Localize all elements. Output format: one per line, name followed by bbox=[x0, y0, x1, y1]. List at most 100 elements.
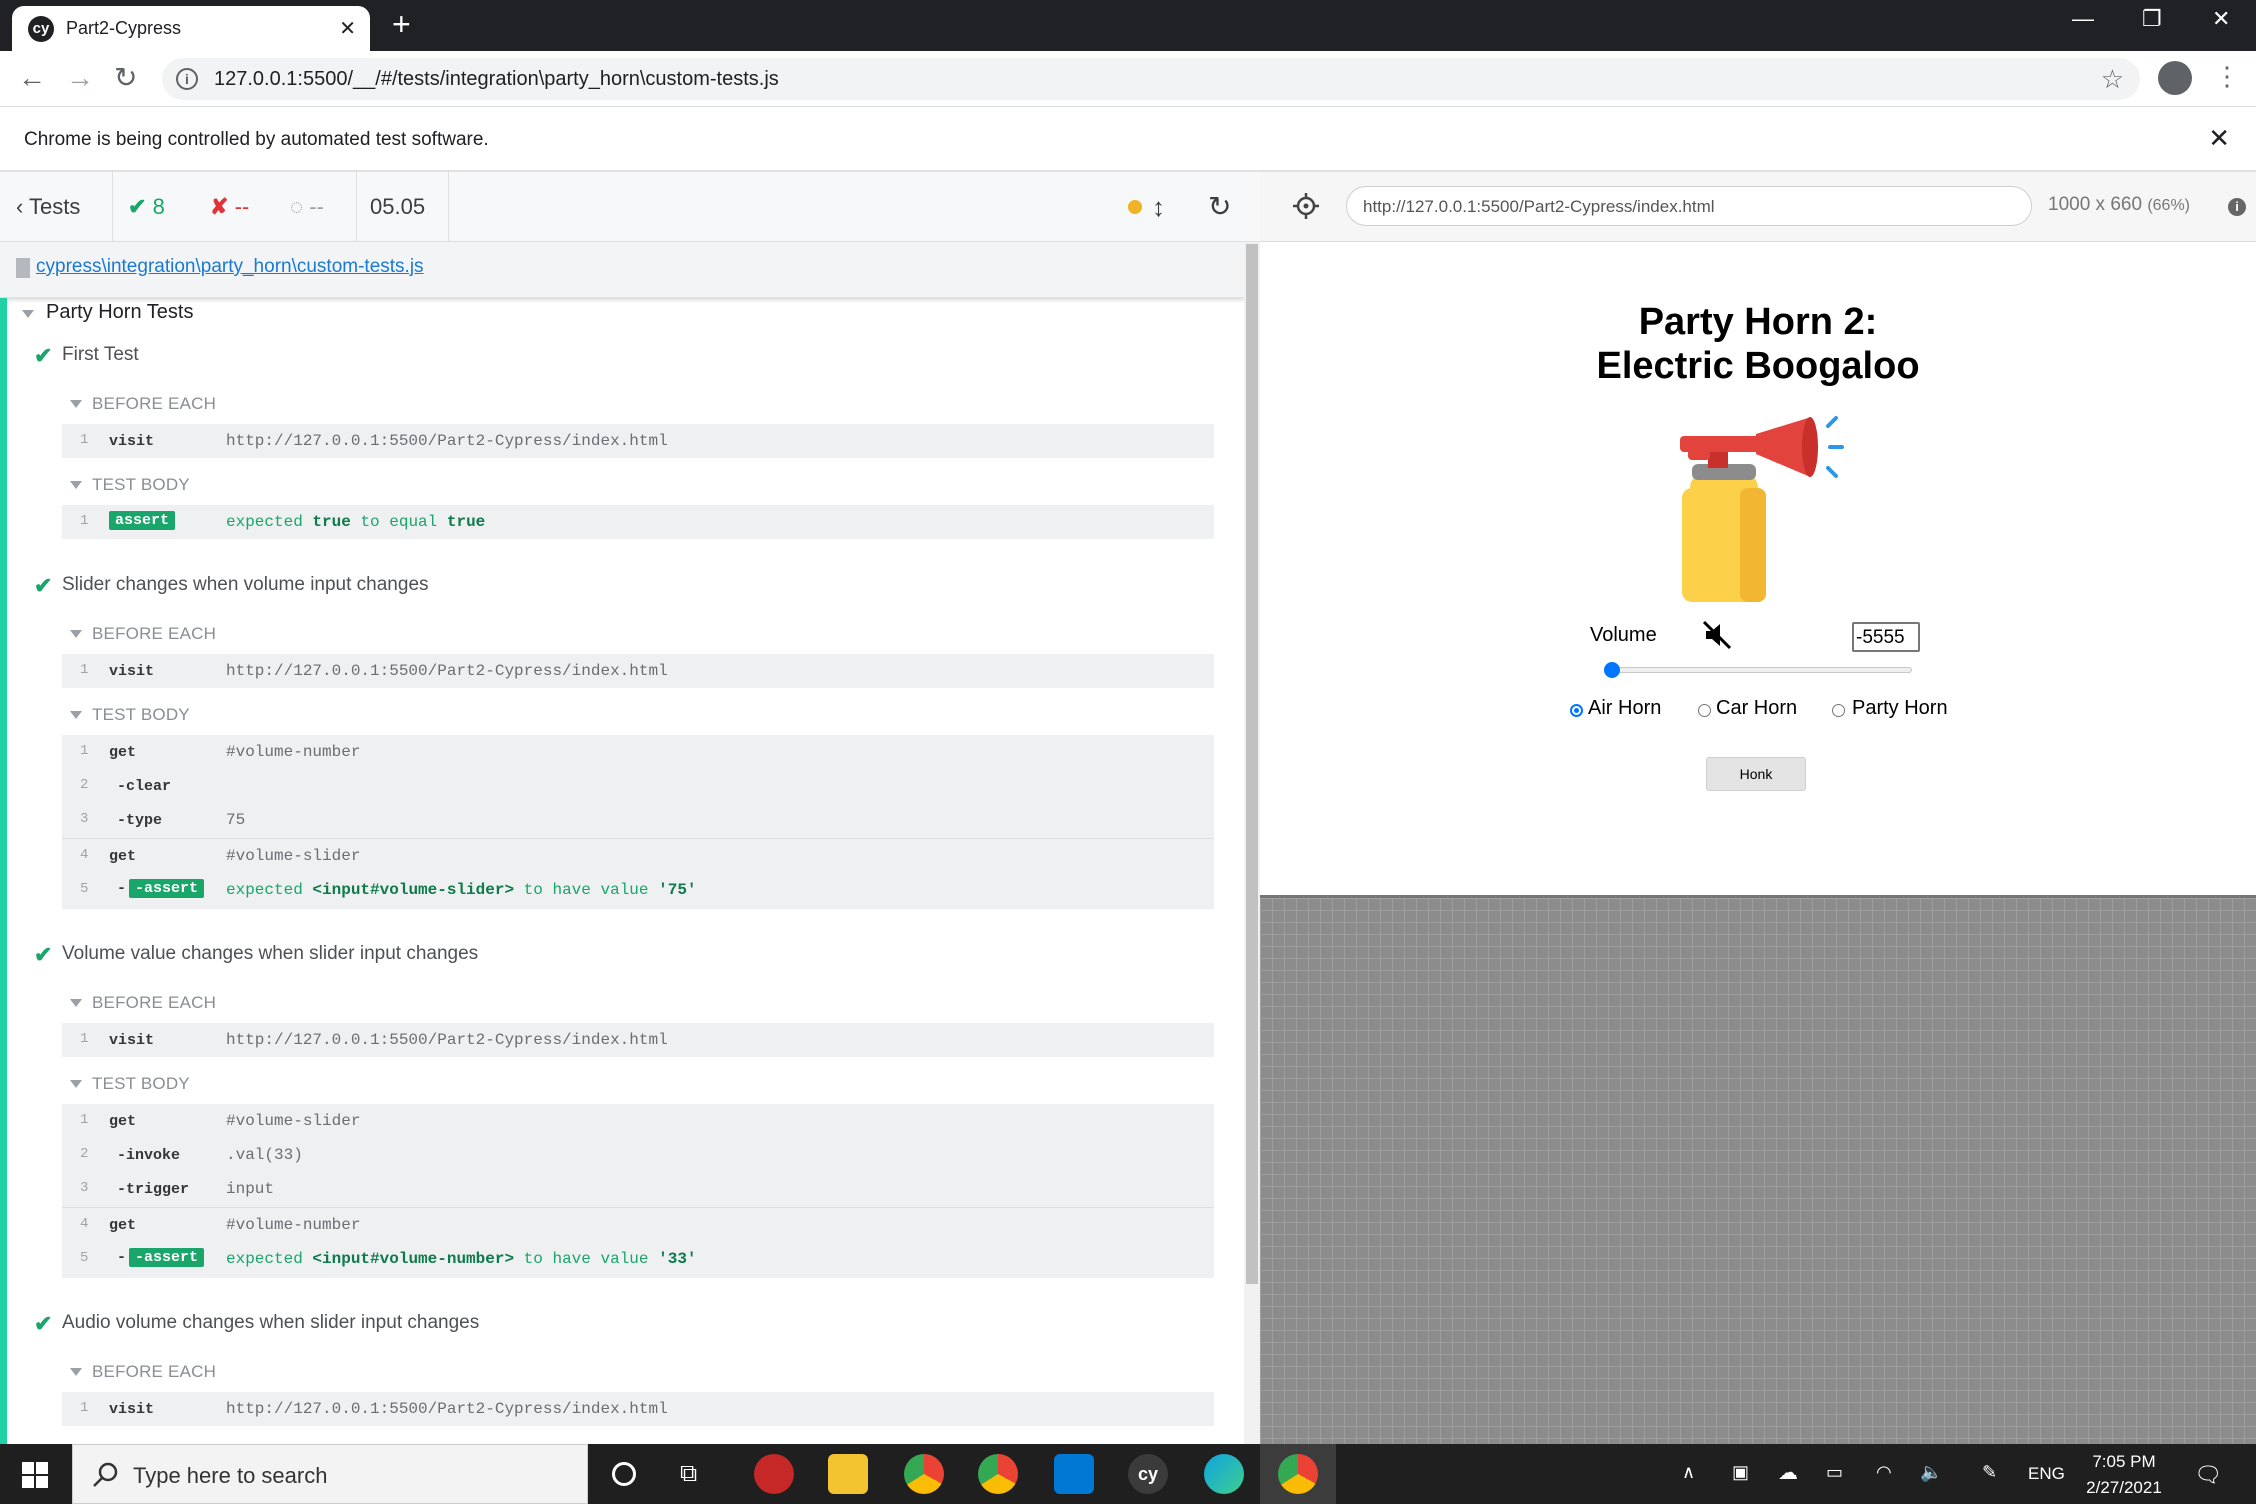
volume-number-input[interactable]: -5555 bbox=[1852, 622, 1920, 652]
rerun-icon[interactable]: ↻ bbox=[1208, 172, 1231, 242]
viewport-size: 1000 x 660 (66%) bbox=[2048, 194, 2190, 216]
command-message: 75 bbox=[226, 811, 246, 829]
windows-start-icon[interactable] bbox=[22, 1462, 48, 1488]
chrome-profile-icon[interactable] bbox=[904, 1454, 944, 1494]
cortana-icon[interactable] bbox=[612, 1462, 636, 1486]
forward-icon[interactable]: → bbox=[66, 61, 94, 95]
spec-path-link[interactable]: cypress\integration\party_horn\custom-te… bbox=[36, 256, 424, 278]
bookmark-star-icon[interactable]: ☆ bbox=[2101, 64, 2124, 95]
collapse-icon[interactable] bbox=[70, 999, 82, 1007]
command-row[interactable]: 4 get #volume-slider bbox=[62, 839, 1214, 873]
command-row[interactable]: 1 get #volume-slider bbox=[62, 1104, 1214, 1138]
collapse-icon[interactable] bbox=[22, 310, 34, 318]
collapse-icon[interactable] bbox=[70, 630, 82, 638]
language-indicator[interactable]: ENG bbox=[2028, 1464, 2065, 1484]
command-row[interactable]: 3 -trigger input bbox=[62, 1172, 1214, 1206]
command-message: http://127.0.0.1:5500/Part2-Cypress/inde… bbox=[226, 1400, 668, 1418]
chrome-icon[interactable] bbox=[1278, 1454, 1318, 1494]
command-row[interactable]: 1 assert expected true to equal true bbox=[62, 505, 1214, 539]
command-row[interactable]: 2 -invoke .val(33) bbox=[62, 1138, 1214, 1172]
command-number: 5 bbox=[80, 1250, 89, 1266]
selector-playground-icon[interactable] bbox=[1292, 192, 1320, 220]
profile-avatar-icon[interactable] bbox=[2158, 61, 2192, 95]
test-title[interactable]: First Test bbox=[62, 344, 139, 366]
new-tab-button[interactable]: + bbox=[392, 8, 411, 40]
collapse-icon[interactable] bbox=[70, 1368, 82, 1376]
app-icon-recorder[interactable] bbox=[754, 1454, 794, 1494]
volume-slider-thumb[interactable] bbox=[1604, 662, 1620, 678]
radio-party-horn[interactable] bbox=[1832, 704, 1845, 717]
radio-car-horn[interactable] bbox=[1698, 704, 1711, 717]
browser-menu-icon[interactable]: ⋮ bbox=[2214, 61, 2240, 92]
collapse-icon[interactable] bbox=[70, 1080, 82, 1088]
wifi-icon[interactable]: ◠ bbox=[1876, 1462, 1892, 1483]
passed-check-icon: ✔ bbox=[34, 343, 53, 368]
clock[interactable]: 7:05 PM 2/27/2021 bbox=[2086, 1452, 2162, 1498]
command-number: 1 bbox=[80, 513, 89, 529]
meet-now-icon[interactable]: ▣ bbox=[1732, 1462, 1749, 1483]
radio-air-horn[interactable] bbox=[1570, 704, 1583, 717]
command-row[interactable]: 5 - -assert expected <input#volume-slider… bbox=[62, 873, 1214, 907]
suite-title[interactable]: Party Horn Tests bbox=[46, 301, 193, 324]
radio-label-party-horn[interactable]: Party Horn bbox=[1852, 697, 1948, 720]
windows-taskbar: Type here to search ⧉ cy ∧ ▣ ☁ ▭ ◠ 🔈 ✎ E… bbox=[0, 1444, 2256, 1504]
volume-slider[interactable] bbox=[1612, 667, 1912, 673]
back-icon[interactable]: ← bbox=[18, 61, 46, 95]
msg-expected: expected bbox=[226, 881, 303, 899]
file-explorer-icon[interactable] bbox=[828, 1454, 868, 1494]
browser-tab[interactable]: cy Part2-Cypress ✕ bbox=[12, 6, 370, 51]
restore-icon[interactable]: ❐ bbox=[2142, 6, 2162, 32]
close-tab-icon[interactable]: ✕ bbox=[339, 16, 356, 41]
reporter-header: ‹ Tests ✔ 8 ✘ -- ◌ -- 05.05 ↕ ↻ bbox=[0, 172, 1260, 242]
pen-icon[interactable]: ✎ bbox=[1982, 1462, 1997, 1483]
battery-icon[interactable]: ▭ bbox=[1826, 1462, 1843, 1483]
chevron-up-icon[interactable]: ∧ bbox=[1682, 1462, 1695, 1483]
notifications-icon[interactable]: 🗨 bbox=[2194, 1462, 2222, 1488]
minimize-icon[interactable]: — bbox=[2072, 6, 2094, 32]
msg-value: '75' bbox=[658, 881, 697, 899]
test-title[interactable]: Audio volume changes when slider input c… bbox=[62, 1312, 479, 1334]
command-message: http://127.0.0.1:5500/Part2-Cypress/inde… bbox=[226, 1031, 668, 1049]
command-row[interactable]: 1 get #volume-number bbox=[62, 735, 1214, 769]
volume-icon[interactable]: 🔈 bbox=[1920, 1462, 1942, 1483]
site-info-icon[interactable]: i bbox=[176, 68, 198, 90]
taskbar-search-box[interactable]: Type here to search bbox=[72, 1444, 588, 1504]
test-title[interactable]: Volume value changes when slider input c… bbox=[62, 943, 478, 965]
command-number: 1 bbox=[80, 432, 89, 448]
passed-check-icon: ✔ bbox=[34, 942, 53, 967]
radio-label-car-horn[interactable]: Car Horn bbox=[1716, 697, 1797, 720]
command-row[interactable]: 3 -type 75 bbox=[62, 803, 1214, 837]
cypress-app-icon[interactable]: cy bbox=[1128, 1454, 1168, 1494]
vscode-icon[interactable] bbox=[1054, 1454, 1094, 1494]
task-view-icon[interactable]: ⧉ bbox=[680, 1460, 697, 1488]
tests-button[interactable]: ‹ Tests bbox=[16, 172, 80, 242]
chrome-profile-icon[interactable] bbox=[978, 1454, 1018, 1494]
collapse-icon[interactable] bbox=[70, 400, 82, 408]
collapse-icon[interactable] bbox=[70, 711, 82, 719]
info-icon[interactable]: i bbox=[2228, 198, 2246, 216]
command-row[interactable]: 2 -clear bbox=[62, 769, 1214, 803]
command-row[interactable]: 5 - -assert expected <input#volume-number… bbox=[62, 1242, 1214, 1276]
reporter-scrollbar-thumb[interactable] bbox=[1246, 244, 1258, 1284]
command-row[interactable]: 1 visit http://127.0.0.1:5500/Part2-Cypr… bbox=[62, 424, 1214, 458]
radio-label-air-horn[interactable]: Air Horn bbox=[1588, 697, 1661, 720]
command-row[interactable]: 1 visit http://127.0.0.1:5500/Part2-Cypr… bbox=[62, 1392, 1214, 1426]
collapse-icon[interactable] bbox=[70, 481, 82, 489]
autoscroll-icon[interactable]: ↕ bbox=[1152, 172, 1165, 242]
close-infobar-icon[interactable]: ✕ bbox=[2208, 123, 2230, 154]
close-window-icon[interactable]: ✕ bbox=[2212, 6, 2230, 32]
reload-icon[interactable]: ↻ bbox=[114, 61, 137, 95]
honk-button[interactable]: Honk bbox=[1706, 757, 1806, 791]
onedrive-icon[interactable]: ☁ bbox=[1778, 1460, 1798, 1485]
command-row[interactable]: 4 get #volume-number bbox=[62, 1208, 1214, 1242]
command-message: http://127.0.0.1:5500/Part2-Cypress/inde… bbox=[226, 662, 668, 680]
edge-icon[interactable] bbox=[1204, 1454, 1244, 1494]
command-block: 1 get #volume-number 2 -clear 3 -type 75… bbox=[62, 735, 1214, 909]
aut-url-bar[interactable]: http://127.0.0.1:5500/Part2-Cypress/inde… bbox=[1346, 186, 2032, 226]
command-row[interactable]: 1 visit http://127.0.0.1:5500/Part2-Cypr… bbox=[62, 654, 1214, 688]
address-bar[interactable]: i 127.0.0.1:5500/__/#/tests/integration\… bbox=[162, 58, 2140, 100]
command-message: http://127.0.0.1:5500/Part2-Cypress/inde… bbox=[226, 432, 668, 450]
passed-check-icon: ✔ bbox=[34, 573, 53, 598]
test-title[interactable]: Slider changes when volume input changes bbox=[62, 574, 429, 596]
command-row[interactable]: 1 visit http://127.0.0.1:5500/Part2-Cypr… bbox=[62, 1023, 1214, 1057]
